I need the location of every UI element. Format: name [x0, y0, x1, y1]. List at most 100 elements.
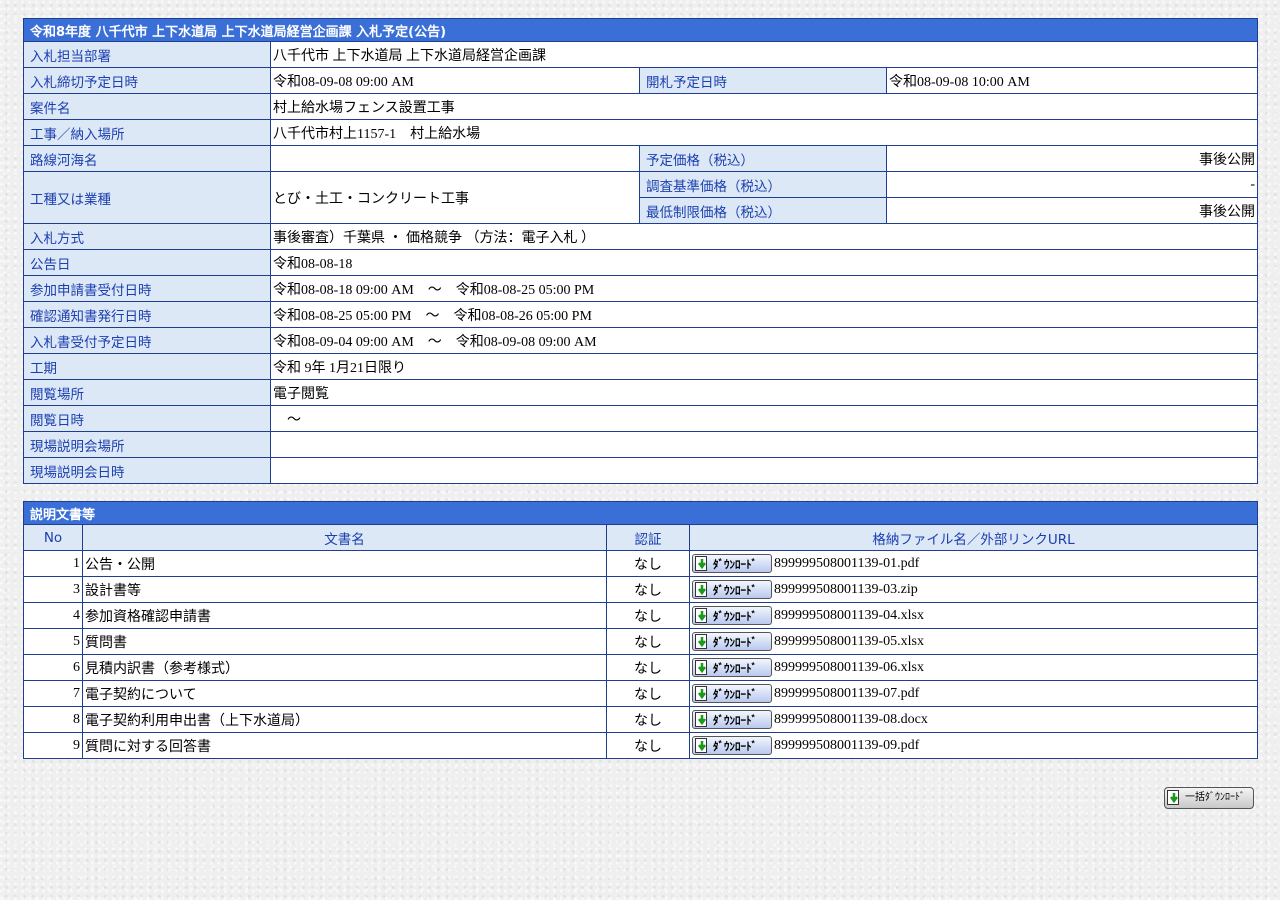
- work-type-value: とび・土工・コンクリート工事: [270, 171, 640, 224]
- download-label: ﾀﾞｳﾝﾛｰﾄﾞ: [713, 558, 757, 571]
- min-price-label: 最低制限価格（税込）: [639, 197, 887, 224]
- bid-info-title: 令和8年度 八千代市 上下水道局 上下水道局経営企画課 入札予定(公告): [22, 18, 1259, 42]
- col-header-file: 格納ファイル名／外部リンクURL: [688, 524, 1259, 551]
- doc-auth: なし: [606, 550, 690, 577]
- doc-no: 8: [23, 706, 83, 733]
- application-value: 令和08-08-18 09:00 AM ～ 令和08-08-25 05:00 P…: [269, 275, 1259, 302]
- doc-name: 電子契約利用申出書（上下水道局）: [82, 706, 607, 733]
- col-header-no: No: [23, 524, 83, 551]
- period-label: 工期: [23, 353, 271, 380]
- doc-file-cell: ﾀﾞｳﾝﾛｰﾄﾞ 899999508001139-06.xlsx: [688, 654, 1259, 681]
- work-type-label: 工種又は業種: [23, 171, 271, 224]
- min-price-value: 事後公開: [885, 197, 1259, 224]
- survey-price-label: 調査基準価格（税込）: [639, 171, 887, 198]
- download-arrow-icon: [695, 634, 707, 649]
- file-name-link[interactable]: 899999508001139-05.xlsx: [774, 634, 924, 649]
- docs-title: 説明文書等: [22, 501, 1259, 525]
- file-name-link[interactable]: 899999508001139-01.pdf: [774, 556, 919, 571]
- doc-no: 6: [23, 654, 83, 681]
- download-arrow-icon: [695, 608, 707, 623]
- doc-no: 5: [23, 628, 83, 655]
- doc-auth: なし: [606, 732, 690, 759]
- download-button[interactable]: ﾀﾞｳﾝﾛｰﾄﾞ: [692, 632, 772, 651]
- download-button[interactable]: ﾀﾞｳﾝﾛｰﾄﾞ: [692, 736, 772, 755]
- download-arrow-icon: [695, 738, 707, 753]
- view-date-label: 閲覧日時: [23, 405, 271, 432]
- method-label: 入札方式: [23, 223, 271, 250]
- download-label: ﾀﾞｳﾝﾛｰﾄﾞ: [713, 610, 757, 623]
- case-label: 案件名: [23, 93, 271, 120]
- download-button[interactable]: ﾀﾞｳﾝﾛｰﾄﾞ: [692, 710, 772, 729]
- download-button[interactable]: ﾀﾞｳﾝﾛｰﾄﾞ: [692, 684, 772, 703]
- doc-no: 9: [23, 732, 83, 759]
- doc-name: 質問に対する回答書: [82, 732, 607, 759]
- file-name-link[interactable]: 899999508001139-07.pdf: [774, 686, 919, 701]
- download-label: ﾀﾞｳﾝﾛｰﾄﾞ: [713, 740, 757, 753]
- application-label: 参加申請書受付日時: [23, 275, 271, 302]
- table-row: 8 電子契約利用申出書（上下水道局） なし ﾀﾞｳﾝﾛｰﾄﾞ 8999995080011…: [23, 706, 1259, 733]
- place-label: 工事／納入場所: [23, 119, 271, 146]
- file-name-link[interactable]: 899999508001139-09.pdf: [774, 738, 919, 753]
- notice-date-label: 公告日: [23, 249, 271, 276]
- doc-name: 参加資格確認申請書: [82, 602, 607, 629]
- view-place-value: 電子閲覧: [269, 379, 1259, 406]
- col-header-auth: 認証: [606, 524, 690, 551]
- download-arrow-icon: [695, 556, 707, 571]
- download-button[interactable]: ﾀﾞｳﾝﾛｰﾄﾞ: [692, 554, 772, 573]
- site-date-value: [269, 457, 1259, 484]
- download-label: ﾀﾞｳﾝﾛｰﾄﾞ: [713, 714, 757, 727]
- opening-label: 開札予定日時: [639, 67, 887, 94]
- planned-price-label: 予定価格（税込）: [639, 145, 887, 172]
- table-row: 5 質問書 なし ﾀﾞｳﾝﾛｰﾄﾞ 899999508001139-05.xlsx: [23, 628, 1259, 655]
- doc-no: 7: [23, 680, 83, 707]
- doc-name: 見積内訳書（参考様式）: [82, 654, 607, 681]
- table-row: 1 公告・公開 なし ﾀﾞｳﾝﾛｰﾄﾞ 899999508001139-01.pdf: [23, 550, 1259, 577]
- doc-file-cell: ﾀﾞｳﾝﾛｰﾄﾞ 899999508001139-05.xlsx: [688, 628, 1259, 655]
- route-label: 路線河海名: [23, 145, 271, 172]
- table-row: 4 参加資格確認申請書 なし ﾀﾞｳﾝﾛｰﾄﾞ 899999508001139-04.x…: [23, 602, 1259, 629]
- docs-table: 説明文書等 No 文書名 認証 格納ファイル名／外部リンクURL 1 公告・公開な…: [22, 501, 1259, 759]
- confirm-value: 令和08-08-25 05:00 PM ～ 令和08-08-26 05:00 P…: [269, 301, 1259, 328]
- doc-auth: なし: [606, 602, 690, 629]
- doc-auth: なし: [606, 706, 690, 733]
- file-name-link[interactable]: 899999508001139-03.zip: [774, 582, 918, 597]
- download-button[interactable]: ﾀﾞｳﾝﾛｰﾄﾞ: [692, 606, 772, 625]
- bulk-download-label: 一括ﾀﾞｳﾝﾛｰﾄﾞ: [1185, 792, 1245, 803]
- download-label: ﾀﾞｳﾝﾛｰﾄﾞ: [713, 688, 757, 701]
- doc-name: 電子契約について: [82, 680, 607, 707]
- table-row: 9 質問に対する回答書 なし ﾀﾞｳﾝﾛｰﾄﾞ 899999508001139-09.p…: [23, 732, 1259, 759]
- download-label: ﾀﾞｳﾝﾛｰﾄﾞ: [713, 584, 757, 597]
- dept-label: 入札担当部署: [23, 41, 271, 68]
- docs-rows: 1 公告・公開 なし ﾀﾞｳﾝﾛｰﾄﾞ 899999508001139-01.pdf 3 設…: [23, 550, 1259, 759]
- docs-section: 説明文書等 No 文書名 認証 格納ファイル名／外部リンクURL 1 公告・公開な…: [22, 501, 1259, 759]
- dept-value: 八千代市 上下水道局 上下水道局経営企画課: [269, 41, 1259, 68]
- site-place-label: 現場説明会場所: [23, 431, 271, 458]
- file-name-link[interactable]: 899999508001139-06.xlsx: [774, 660, 924, 675]
- bid-info-table: 令和8年度 八千代市 上下水道局 上下水道局経営企画課 入札予定(公告) 入札担…: [22, 18, 1259, 484]
- place-value: 八千代市村上1157-1 村上給水場: [269, 119, 1259, 146]
- view-place-label: 閲覧場所: [23, 379, 271, 406]
- bid-receipt-value: 令和08-09-04 09:00 AM ～ 令和08-09-08 09:00 A…: [269, 327, 1259, 354]
- view-date-value: ～: [269, 405, 1259, 432]
- download-button[interactable]: ﾀﾞｳﾝﾛｰﾄﾞ: [692, 658, 772, 677]
- doc-no: 1: [23, 550, 83, 577]
- doc-auth: なし: [606, 628, 690, 655]
- opening-value: 令和08-09-08 10:00 AM: [885, 67, 1259, 94]
- file-name-link[interactable]: 899999508001139-08.docx: [774, 712, 928, 727]
- download-label: ﾀﾞｳﾝﾛｰﾄﾞ: [713, 636, 757, 649]
- doc-file-cell: ﾀﾞｳﾝﾛｰﾄﾞ 899999508001139-03.zip: [688, 576, 1259, 603]
- doc-file-cell: ﾀﾞｳﾝﾛｰﾄﾞ 899999508001139-07.pdf: [688, 680, 1259, 707]
- deadline-label: 入札締切予定日時: [23, 67, 271, 94]
- doc-auth: なし: [606, 576, 690, 603]
- doc-name: 質問書: [82, 628, 607, 655]
- bulk-download-button[interactable]: 一括ﾀﾞｳﾝﾛｰﾄﾞ: [1164, 787, 1254, 809]
- case-value: 村上給水場フェンス設置工事: [269, 93, 1259, 120]
- file-name-link[interactable]: 899999508001139-04.xlsx: [774, 608, 924, 623]
- site-place-value: [269, 431, 1259, 458]
- col-header-name: 文書名: [82, 524, 607, 551]
- download-button[interactable]: ﾀﾞｳﾝﾛｰﾄﾞ: [692, 580, 772, 599]
- table-row: 6 見積内訳書（参考様式） なし ﾀﾞｳﾝﾛｰﾄﾞ 899999508001139-06…: [23, 654, 1259, 681]
- doc-file-cell: ﾀﾞｳﾝﾛｰﾄﾞ 899999508001139-08.docx: [688, 706, 1259, 733]
- bid-receipt-label: 入札書受付予定日時: [23, 327, 271, 354]
- doc-file-cell: ﾀﾞｳﾝﾛｰﾄﾞ 899999508001139-01.pdf: [688, 550, 1259, 577]
